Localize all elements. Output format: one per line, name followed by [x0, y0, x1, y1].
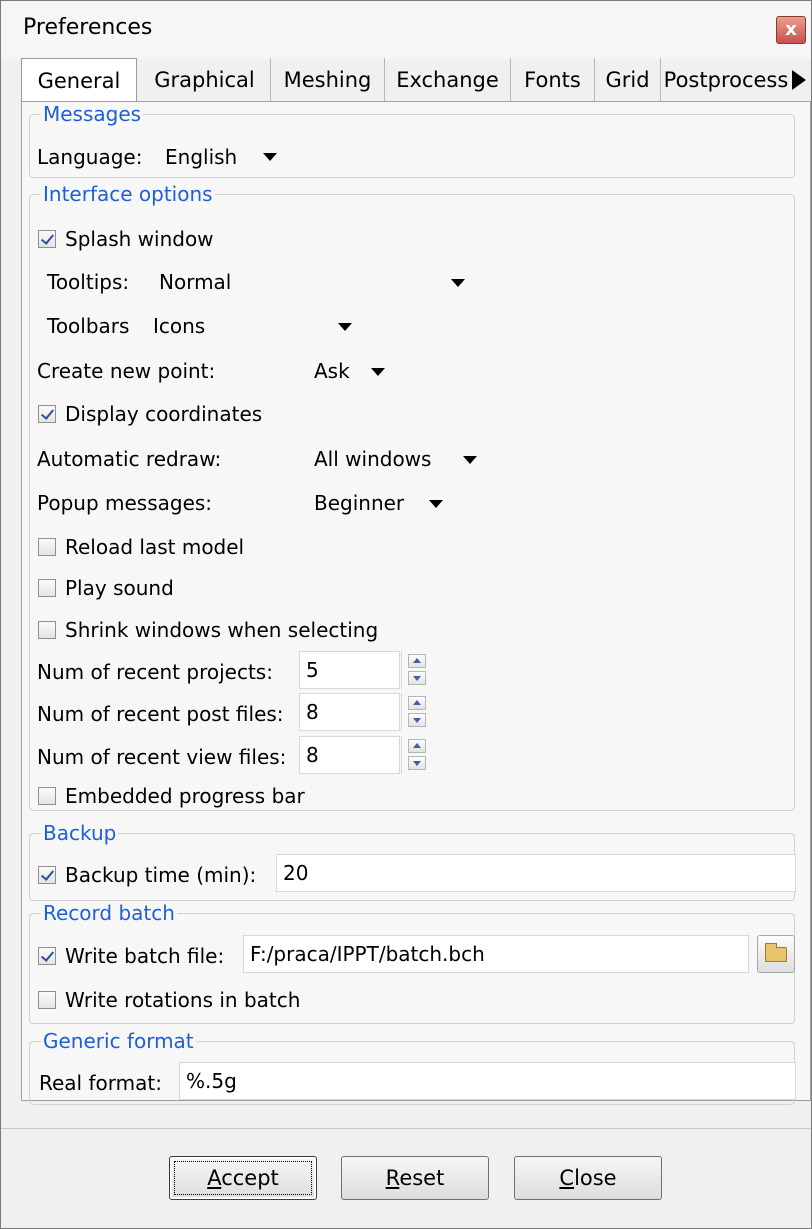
recent-view-files-spinner-icon[interactable] — [401, 736, 431, 774]
reload-last-model-checkbox[interactable] — [38, 538, 56, 556]
create-new-point-select[interactable]: Ask — [314, 359, 350, 383]
language-label: Language: — [37, 145, 143, 169]
popup-messages-dropdown-icon[interactable] — [429, 500, 443, 508]
recent-view-files-input[interactable]: 8 — [299, 736, 400, 774]
messages-group — [29, 114, 795, 178]
browse-batch-file-button[interactable] — [757, 935, 795, 973]
accept-label: ccept — [221, 1166, 279, 1190]
splash-window-checkbox[interactable] — [38, 230, 56, 248]
tab-general[interactable]: General — [21, 58, 137, 104]
batch-file-path-input[interactable]: F:/praca/IPPT/batch.bch — [243, 935, 749, 973]
language-select[interactable]: English — [165, 145, 237, 169]
write-rotations-checkbox[interactable] — [38, 991, 56, 1009]
real-format-label: Real format: — [39, 1071, 162, 1095]
tab-postprocess[interactable]: Postprocess — [661, 58, 791, 102]
messages-legend: Messages — [41, 102, 144, 126]
popup-messages-select[interactable]: Beginner — [314, 491, 404, 515]
embedded-progress-bar-checkbox[interactable] — [38, 787, 56, 805]
recent-post-files-spinner-icon[interactable] — [401, 693, 431, 731]
display-coordinates-checkbox[interactable] — [38, 405, 56, 423]
reload-last-model-label: Reload last model — [65, 535, 245, 559]
play-sound-label: Play sound — [65, 576, 174, 600]
accept-button[interactable]: Accept — [169, 1156, 317, 1200]
reset-mnemonic: R — [385, 1166, 400, 1190]
tab-meshing[interactable]: Meshing — [271, 58, 385, 102]
write-rotations-label: Write rotations in batch — [65, 988, 301, 1012]
tooltips-label: Tooltips: — [47, 270, 130, 294]
window-title: Preferences — [23, 15, 153, 40]
create-new-point-label: Create new point: — [37, 359, 216, 383]
shrink-windows-label: Shrink windows when selecting — [65, 618, 379, 642]
accept-mnemonic: A — [207, 1166, 222, 1190]
display-coordinates-label: Display coordinates — [65, 402, 263, 426]
reset-button[interactable]: Reset — [341, 1156, 489, 1200]
recent-post-files-label: Num of recent post files: — [37, 702, 284, 726]
tab-fonts[interactable]: Fonts — [511, 58, 595, 102]
preferences-window: Preferences x General Graphical Meshing … — [0, 0, 812, 1229]
tab-scroll-right-icon[interactable] — [792, 70, 806, 90]
generic-format-legend: Generic format — [41, 1029, 196, 1053]
toolbars-dropdown-icon[interactable] — [338, 323, 352, 331]
tab-graphical[interactable]: Graphical — [139, 58, 271, 102]
recent-post-files-input[interactable]: 8 — [299, 693, 400, 731]
backup-legend: Backup — [41, 821, 119, 845]
reset-label: eset — [399, 1166, 445, 1190]
tooltips-dropdown-icon[interactable] — [451, 279, 465, 287]
tab-grid[interactable]: Grid — [595, 58, 661, 102]
record-batch-legend: Record batch — [41, 901, 177, 925]
write-batch-file-checkbox[interactable] — [38, 947, 56, 965]
backup-time-label: Backup time (min): — [65, 863, 257, 887]
backup-time-checkbox[interactable] — [38, 866, 56, 884]
recent-projects-label: Num of recent projects: — [37, 660, 273, 684]
close-button[interactable]: Close — [514, 1156, 662, 1200]
close-label: lose — [574, 1166, 617, 1190]
write-batch-file-label: Write batch file: — [65, 944, 225, 968]
create-new-point-dropdown-icon[interactable] — [371, 368, 385, 376]
recent-projects-spinner-icon[interactable] — [401, 651, 431, 689]
recent-view-files-label: Num of recent view files: — [37, 745, 287, 769]
close-window-button[interactable]: x — [776, 16, 806, 44]
toolbars-label: Toolbars — [47, 314, 130, 338]
play-sound-checkbox[interactable] — [38, 579, 56, 597]
embedded-progress-bar-label: Embedded progress bar — [65, 784, 305, 808]
tooltips-select[interactable]: Normal — [159, 270, 231, 294]
tab-bar: General Graphical Meshing Exchange Fonts… — [21, 58, 811, 104]
backup-time-input[interactable]: 20 — [276, 854, 796, 892]
splash-window-label: Splash window — [65, 227, 214, 251]
footer-divider — [1, 1128, 811, 1129]
interface-options-legend: Interface options — [41, 182, 215, 206]
shrink-windows-checkbox[interactable] — [38, 621, 56, 639]
language-dropdown-icon[interactable] — [263, 153, 277, 161]
automatic-redraw-select[interactable]: All windows — [314, 447, 431, 471]
automatic-redraw-label: Automatic redraw: — [37, 447, 222, 471]
close-mnemonic: C — [559, 1166, 575, 1190]
real-format-input[interactable]: %.5g — [179, 1062, 796, 1100]
title-bar: Preferences x — [1, 1, 811, 59]
folder-open-icon — [765, 943, 787, 962]
recent-projects-input[interactable]: 5 — [299, 651, 400, 689]
toolbars-select[interactable]: Icons — [153, 314, 205, 338]
popup-messages-label: Popup messages: — [37, 491, 213, 515]
automatic-redraw-dropdown-icon[interactable] — [463, 456, 477, 464]
tab-exchange[interactable]: Exchange — [385, 58, 511, 102]
